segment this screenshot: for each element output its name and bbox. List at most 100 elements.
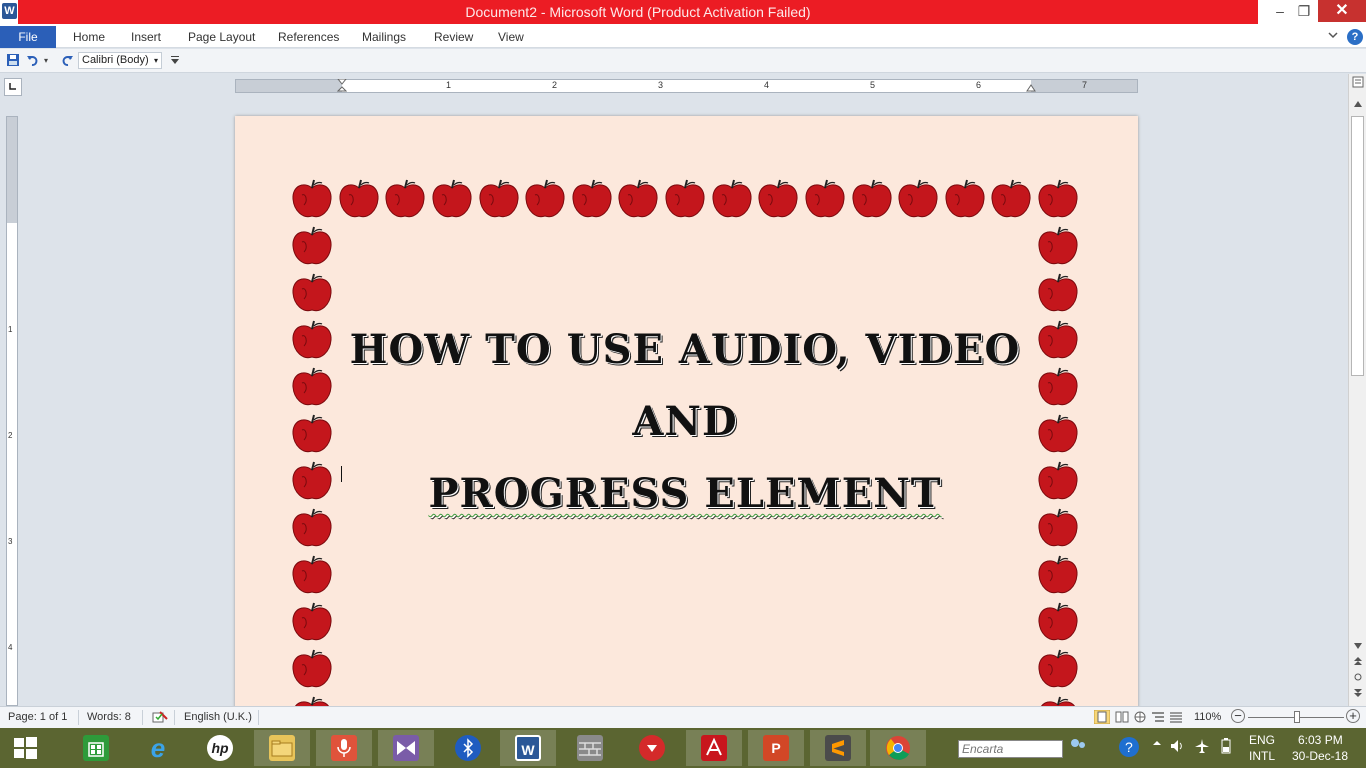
taskbar-hp[interactable]: hp: [192, 730, 248, 766]
taskbar-voice-recorder[interactable]: [316, 730, 372, 766]
first-line-indent-marker[interactable]: [336, 78, 348, 93]
apple-border-icon: [989, 179, 1033, 221]
tab-file[interactable]: File: [0, 26, 56, 48]
apple-border-icon: [756, 179, 800, 221]
tab-references[interactable]: References: [278, 30, 339, 44]
font-name-select[interactable]: Calibri (Body) ▾: [78, 52, 162, 69]
ruler-number: 2: [552, 80, 558, 90]
print-layout-icon[interactable]: [1093, 709, 1111, 727]
document-page[interactable]: HOW TO USE AUDIO, VIDEO AND PROGRESS ELE…: [235, 116, 1138, 706]
apple-border-icon: [1036, 320, 1080, 362]
customize-toolbar-icon[interactable]: [170, 54, 180, 68]
next-page-icon[interactable]: [1350, 688, 1366, 702]
tab-mailings[interactable]: Mailings: [362, 30, 406, 44]
taskbar-word[interactable]: W: [500, 730, 556, 766]
encarta-search-input[interactable]: Encarta: [958, 740, 1063, 758]
page-count[interactable]: Page: 1 of 1: [8, 711, 67, 723]
airplane-mode-icon[interactable]: [1194, 738, 1210, 757]
save-icon[interactable]: [6, 53, 20, 70]
right-indent-marker[interactable]: [1026, 79, 1036, 93]
apple-border-icon: [1036, 649, 1080, 691]
undo-icon[interactable]: [26, 53, 40, 70]
people-icon[interactable]: [1068, 736, 1088, 759]
taskbar-visual-studio[interactable]: [378, 730, 434, 766]
apple-border-icon: [1036, 696, 1080, 706]
apple-border-icon: [290, 226, 334, 268]
language-bottom[interactable]: INTL: [1249, 749, 1275, 763]
apple-border-icon: [290, 179, 334, 221]
wall-icon: [577, 735, 603, 761]
taskbar-internet-explorer[interactable]: e: [130, 730, 186, 766]
vertical-ruler[interactable]: 1 2 3 4: [6, 116, 18, 706]
ruler-number: 1: [446, 80, 452, 90]
status-separator: [142, 710, 143, 725]
taskbar-sublime[interactable]: [810, 730, 866, 766]
ruler-row: 1 2 3 4 5 6 7: [0, 74, 1366, 98]
undo-dropdown-icon[interactable]: ▾: [44, 56, 48, 65]
status-bar: Page: 1 of 1 Words: 8 English (U.K.) 110…: [0, 706, 1366, 728]
tab-selector-icon[interactable]: [4, 78, 22, 96]
apple-border-icon: [1036, 273, 1080, 315]
taskbar-store[interactable]: [68, 730, 124, 766]
select-browse-object-icon[interactable]: [1350, 672, 1366, 686]
zoom-level[interactable]: 110%: [1194, 711, 1221, 723]
tab-view[interactable]: View: [498, 30, 524, 44]
start-button[interactable]: [0, 730, 56, 766]
taskbar-downloader[interactable]: [624, 730, 680, 766]
zoom-slider-thumb[interactable]: [1294, 711, 1300, 723]
scroll-down-arrow[interactable]: [1350, 640, 1366, 654]
battery-icon[interactable]: [1218, 738, 1234, 757]
taskbar-powerpoint[interactable]: P: [748, 730, 804, 766]
apple-border-icon: [523, 179, 567, 221]
previous-page-icon[interactable]: [1350, 656, 1366, 670]
taskbar-wall-app[interactable]: [562, 730, 618, 766]
tab-insert[interactable]: Insert: [131, 30, 161, 44]
help-icon[interactable]: ?: [1347, 29, 1363, 45]
web-layout-icon[interactable]: [1133, 710, 1147, 727]
scroll-up-arrow[interactable]: [1350, 98, 1366, 112]
clock-date[interactable]: 30-Dec-18: [1292, 749, 1348, 763]
tab-review[interactable]: Review: [434, 30, 473, 44]
font-dropdown-icon: ▾: [153, 56, 158, 65]
restore-button[interactable]: ❐: [1290, 0, 1318, 22]
apple-border-icon: [290, 555, 334, 597]
tab-page-layout[interactable]: Page Layout: [188, 30, 255, 44]
taskbar-acrobat[interactable]: [686, 730, 742, 766]
full-screen-reading-icon[interactable]: [1115, 710, 1129, 727]
ribbon-collapse-icon[interactable]: [1328, 29, 1338, 43]
vruler-top-margin: [7, 117, 17, 223]
proofing-icon[interactable]: [152, 710, 168, 727]
taskbar-file-explorer[interactable]: [254, 730, 310, 766]
help-tray-icon[interactable]: ?: [1118, 736, 1140, 761]
vruler-number: 3: [8, 537, 13, 546]
download-icon: [639, 735, 665, 761]
ruler-toggle-icon[interactable]: [1350, 76, 1366, 90]
word-app-icon[interactable]: W: [2, 3, 17, 19]
outline-view-icon[interactable]: [1151, 710, 1165, 727]
taskbar-bluetooth[interactable]: [440, 730, 496, 766]
internet-explorer-icon: e: [150, 733, 166, 763]
scroll-thumb[interactable]: [1351, 116, 1364, 376]
show-hidden-icons-icon[interactable]: [1152, 738, 1162, 751]
draft-view-icon[interactable]: [1169, 710, 1183, 727]
document-title[interactable]: HOW TO USE AUDIO, VIDEO AND PROGRESS ELE…: [335, 314, 1035, 530]
tab-home[interactable]: Home: [73, 30, 105, 44]
document-area[interactable]: HOW TO USE AUDIO, VIDEO AND PROGRESS ELE…: [22, 98, 1348, 706]
vruler-number: 4: [8, 643, 13, 652]
ruler-left-margin: [236, 80, 342, 92]
apple-border-icon: [1036, 414, 1080, 456]
vertical-scrollbar[interactable]: [1348, 74, 1366, 706]
word-count[interactable]: Words: 8: [87, 711, 131, 723]
language-indicator[interactable]: English (U.K.): [184, 711, 252, 723]
language-top[interactable]: ENG: [1249, 733, 1275, 747]
close-button[interactable]: ✕: [1318, 0, 1366, 22]
redo-icon[interactable]: [60, 53, 74, 70]
ruler-number: 3: [658, 80, 664, 90]
volume-icon[interactable]: [1170, 738, 1186, 757]
taskbar-chrome[interactable]: [870, 730, 926, 766]
ribbon-tabs: File Home Insert Page Layout References …: [0, 26, 1366, 48]
horizontal-ruler[interactable]: 1 2 3 4 5 6 7: [235, 78, 1138, 93]
zoom-out-button[interactable]: −: [1231, 709, 1245, 723]
clock-time[interactable]: 6:03 PM: [1298, 733, 1343, 747]
zoom-in-button[interactable]: +: [1346, 709, 1360, 723]
